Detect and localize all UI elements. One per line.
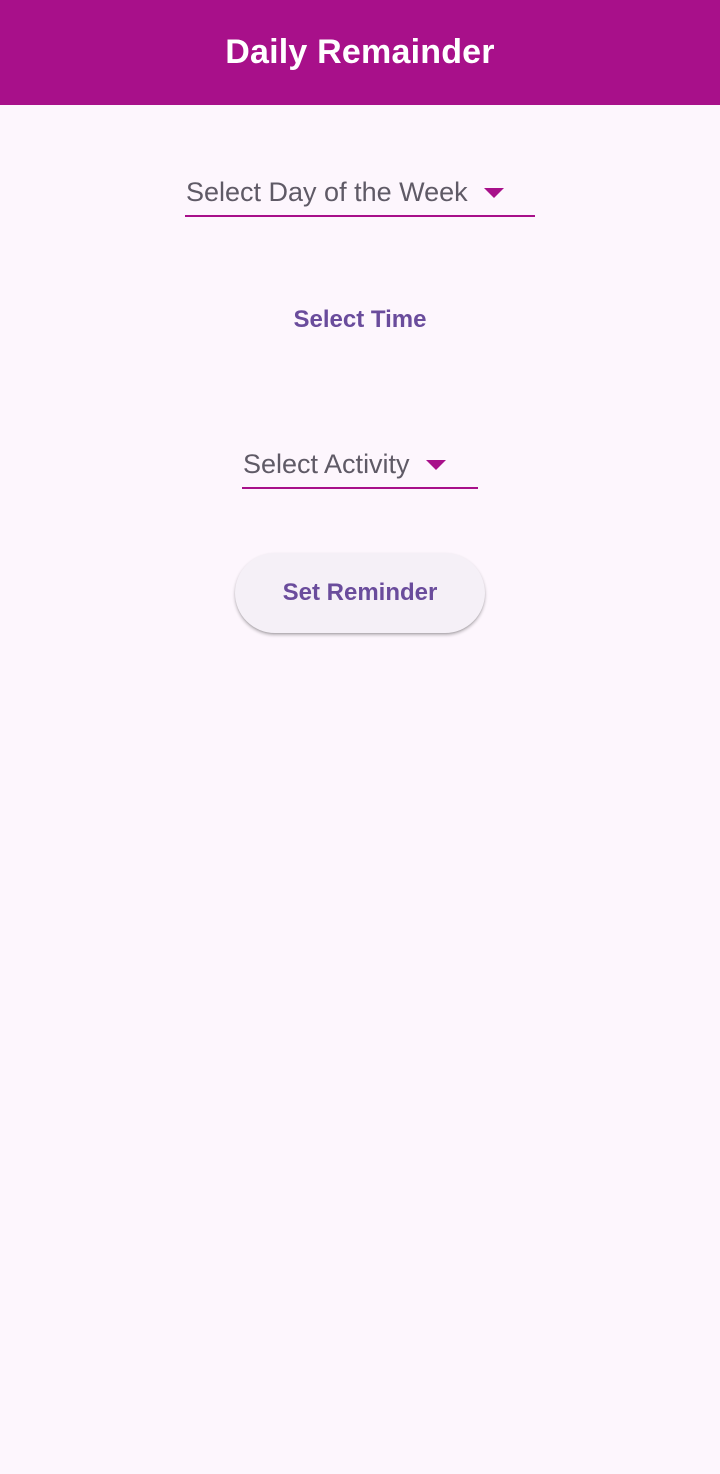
activity-dropdown[interactable]: Select Activity [242,441,478,489]
app-title: Daily Remainder [225,33,495,71]
select-time-button[interactable]: Select Time [260,295,460,345]
app-bar: Daily Remainder [0,0,720,105]
activity-selected-value: Select Activity [243,448,410,479]
arrow-drop-down-icon [425,460,446,470]
day-of-week-selected-value: Select Day of the Week [186,176,468,207]
arrow-drop-down-icon [483,188,504,198]
day-of-week-dropdown[interactable]: Select Day of the Week [185,169,535,217]
set-reminder-button[interactable]: Set Reminder [235,553,485,633]
main-content: Select Day of the Week Select Time Selec… [0,105,720,1474]
